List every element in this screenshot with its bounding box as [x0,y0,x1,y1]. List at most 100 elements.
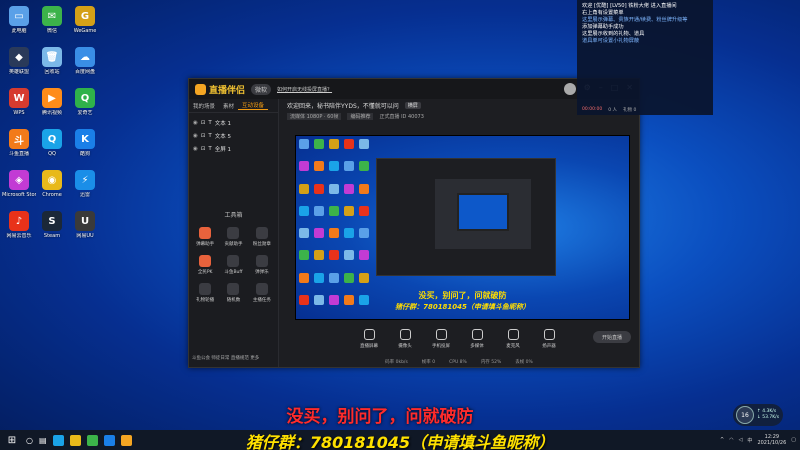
text-icon: T [208,132,212,139]
source-button[interactable]: 摄像头 [392,329,418,349]
tool-label: 斗鱼Buff [224,270,243,275]
desktop-icon[interactable]: ◆ 英雄联盟 [2,47,36,75]
lock-icon[interactable]: ⊡ [201,146,206,152]
desktop-icons: ▭ 此电脑 ✉ 微信 G WeGame ◆ 英雄联盟 🗑 回收站 ☁ 百度网盘 W WPS ▶ 腾讯视频 Q 爱奇… [0,0,150,430]
source-button[interactable]: 麦克风 [500,329,526,349]
lock-icon[interactable]: ⊡ [201,120,206,126]
tool-item[interactable]: 斗鱼Buff [219,255,247,275]
source-button[interactable]: 手机投屏 [428,329,454,349]
app-icon: G [75,6,95,26]
tool-item[interactable]: 弹幕助手 [191,227,219,247]
desktop-icon-label: 网易云音乐 [6,233,32,239]
desktop-icon-label: 斗鱼直播 [8,151,29,157]
desktop-icon[interactable]: U 网易UU [68,211,102,239]
tool-item[interactable]: 粉丝勋章 [248,227,276,247]
desktop-icon[interactable]: ☁ 百度网盘 [68,47,102,75]
source-icon [507,329,519,340]
preview-icon [299,183,309,194]
tool-label: 弹弹乐 [255,270,269,275]
stream-preview[interactable]: 没买，别问了，问就破防 猪仔群：780181045（申请填斗鱼昵称） [295,135,630,320]
preview-icon [344,250,354,261]
start-live-button[interactable]: 开始直播 [593,331,631,343]
scene-item[interactable]: ◉ ⊡ T 文本 5 [193,129,274,142]
preview-nested-core [457,193,509,231]
help-link[interactable]: 如何开启无线投屏直播？ [277,86,332,93]
desktop-icon-label: 网易UU [76,233,94,239]
tool-label: 贡献助手 [224,242,243,247]
left-footer[interactable]: 斗鱼公会 师徒日常 直播规范 更多 [192,355,259,361]
tool-item[interactable]: 礼物轮播 [191,283,219,303]
tool-icon [255,255,268,267]
preview-icon [344,228,354,238]
toolbox-grid: 弹幕助手 贡献助手 粉丝勋章全民PK 斗鱼Buff 弹弹乐礼物轮播 随机数 主播任务 [189,219,278,303]
status-item: CPU 8% [449,359,467,365]
text-icon: T [208,119,212,126]
desktop-icon[interactable]: Q QQ [35,129,69,157]
preview-icon [359,139,369,149]
desktop-icon[interactable]: ♪ 网易云音乐 [2,211,36,239]
app-icon: 🗑 [42,47,62,67]
desktop-icon[interactable]: ◉ Chrome [35,170,69,198]
desktop-icon[interactable]: W WPS [2,88,36,116]
eye-icon[interactable]: ◉ [193,120,198,126]
desktop-icon[interactable]: ◈ Microsoft Store [2,170,36,198]
desktop-icon[interactable]: ✉ 微信 [35,6,69,34]
tool-item[interactable]: 贡献助手 [219,227,247,247]
tool-label: 主播任务 [252,298,271,303]
source-button[interactable]: 多媒体 [464,329,490,349]
tool-item[interactable]: 弹弹乐 [248,255,276,275]
quality-chip[interactable]: 流媒体 1080P · 60帧 [287,112,342,120]
caption-group: 猪仔群：780181045（申请填斗鱼昵称） [245,433,555,450]
desktop-icon[interactable]: S Steam [35,211,69,239]
tab[interactable]: 互动设备 [238,101,269,110]
desktop-icon[interactable]: Q 爱奇艺 [68,88,102,116]
scene-label: 全屏 1 [214,146,232,153]
status-item: 丢帧 0% [515,360,533,365]
source-icon [399,329,411,340]
tool-icon [227,227,240,239]
preview-icon [314,272,324,283]
desktop-icon-label: Microsoft Store [2,192,36,198]
desktop-icon[interactable]: 斗斗鱼直播 [2,129,36,157]
comment-line: 这里展示收到的礼物、道具 [582,31,645,37]
desktop-icon[interactable]: ▭ 此电脑 [2,6,36,34]
desktop-icon[interactable]: G WeGame [68,6,102,34]
tab[interactable]: 我的场景 [189,102,219,110]
tool-item[interactable]: 主播任务 [248,283,276,303]
source-label: 摄像头 [398,344,412,349]
tool-icon [199,227,212,239]
orientation-button[interactable]: 横屏 [404,101,421,109]
avatar[interactable] [563,83,576,95]
desktop-icon-label: 百度网盘 [74,69,95,75]
source-button[interactable]: 扬声器 [536,329,562,349]
eye-icon[interactable]: ◉ [193,133,198,139]
comment-line: 这里展示弹幕、贵族开通/续费、粉丝牌升级等 [582,17,688,23]
scene-item[interactable]: ◉ ⊡ T 全屏 1 [193,142,274,155]
preview-icon [314,139,324,149]
app-icon: ♪ [9,211,29,231]
tool-item[interactable]: 随机数 [219,283,247,303]
tool-icon [255,227,268,239]
lock-icon[interactable]: ⊡ [201,133,206,139]
tool-item[interactable]: 全民PK [191,255,219,275]
eye-icon[interactable]: ◉ [193,146,198,152]
preview-icon [314,228,324,238]
status-item: 帧率 0 [421,360,436,365]
source-label: 扬声器 [542,344,556,349]
app-icon: K [75,129,95,149]
source-label: 麦克风 [506,344,520,349]
preview-icon [359,250,369,261]
desktop-icon[interactable]: ⚡ 迅雷 [68,170,102,198]
account-badge[interactable]: 微软 [251,83,272,95]
desktop-icon[interactable]: K 酷狗 [68,129,102,157]
comment-footer-item: 0 人 [608,108,618,113]
tab[interactable]: 素材 [219,102,238,110]
net-speed-widget[interactable]: 16 ↑ 4.3K/s ↓ 53.7K/s [733,404,783,426]
encode-chip[interactable]: 编码推荐 [347,112,374,120]
preview-icon [329,183,339,194]
scene-item[interactable]: ◉ ⊡ T 文本 1 [193,116,274,129]
desktop-icon[interactable]: 🗑 回收站 [35,47,69,75]
source-button[interactable]: 直播屏幕 [356,329,382,349]
app-icon: ◉ [42,170,62,190]
desktop-icon[interactable]: ▶ 腾讯视频 [35,88,69,116]
